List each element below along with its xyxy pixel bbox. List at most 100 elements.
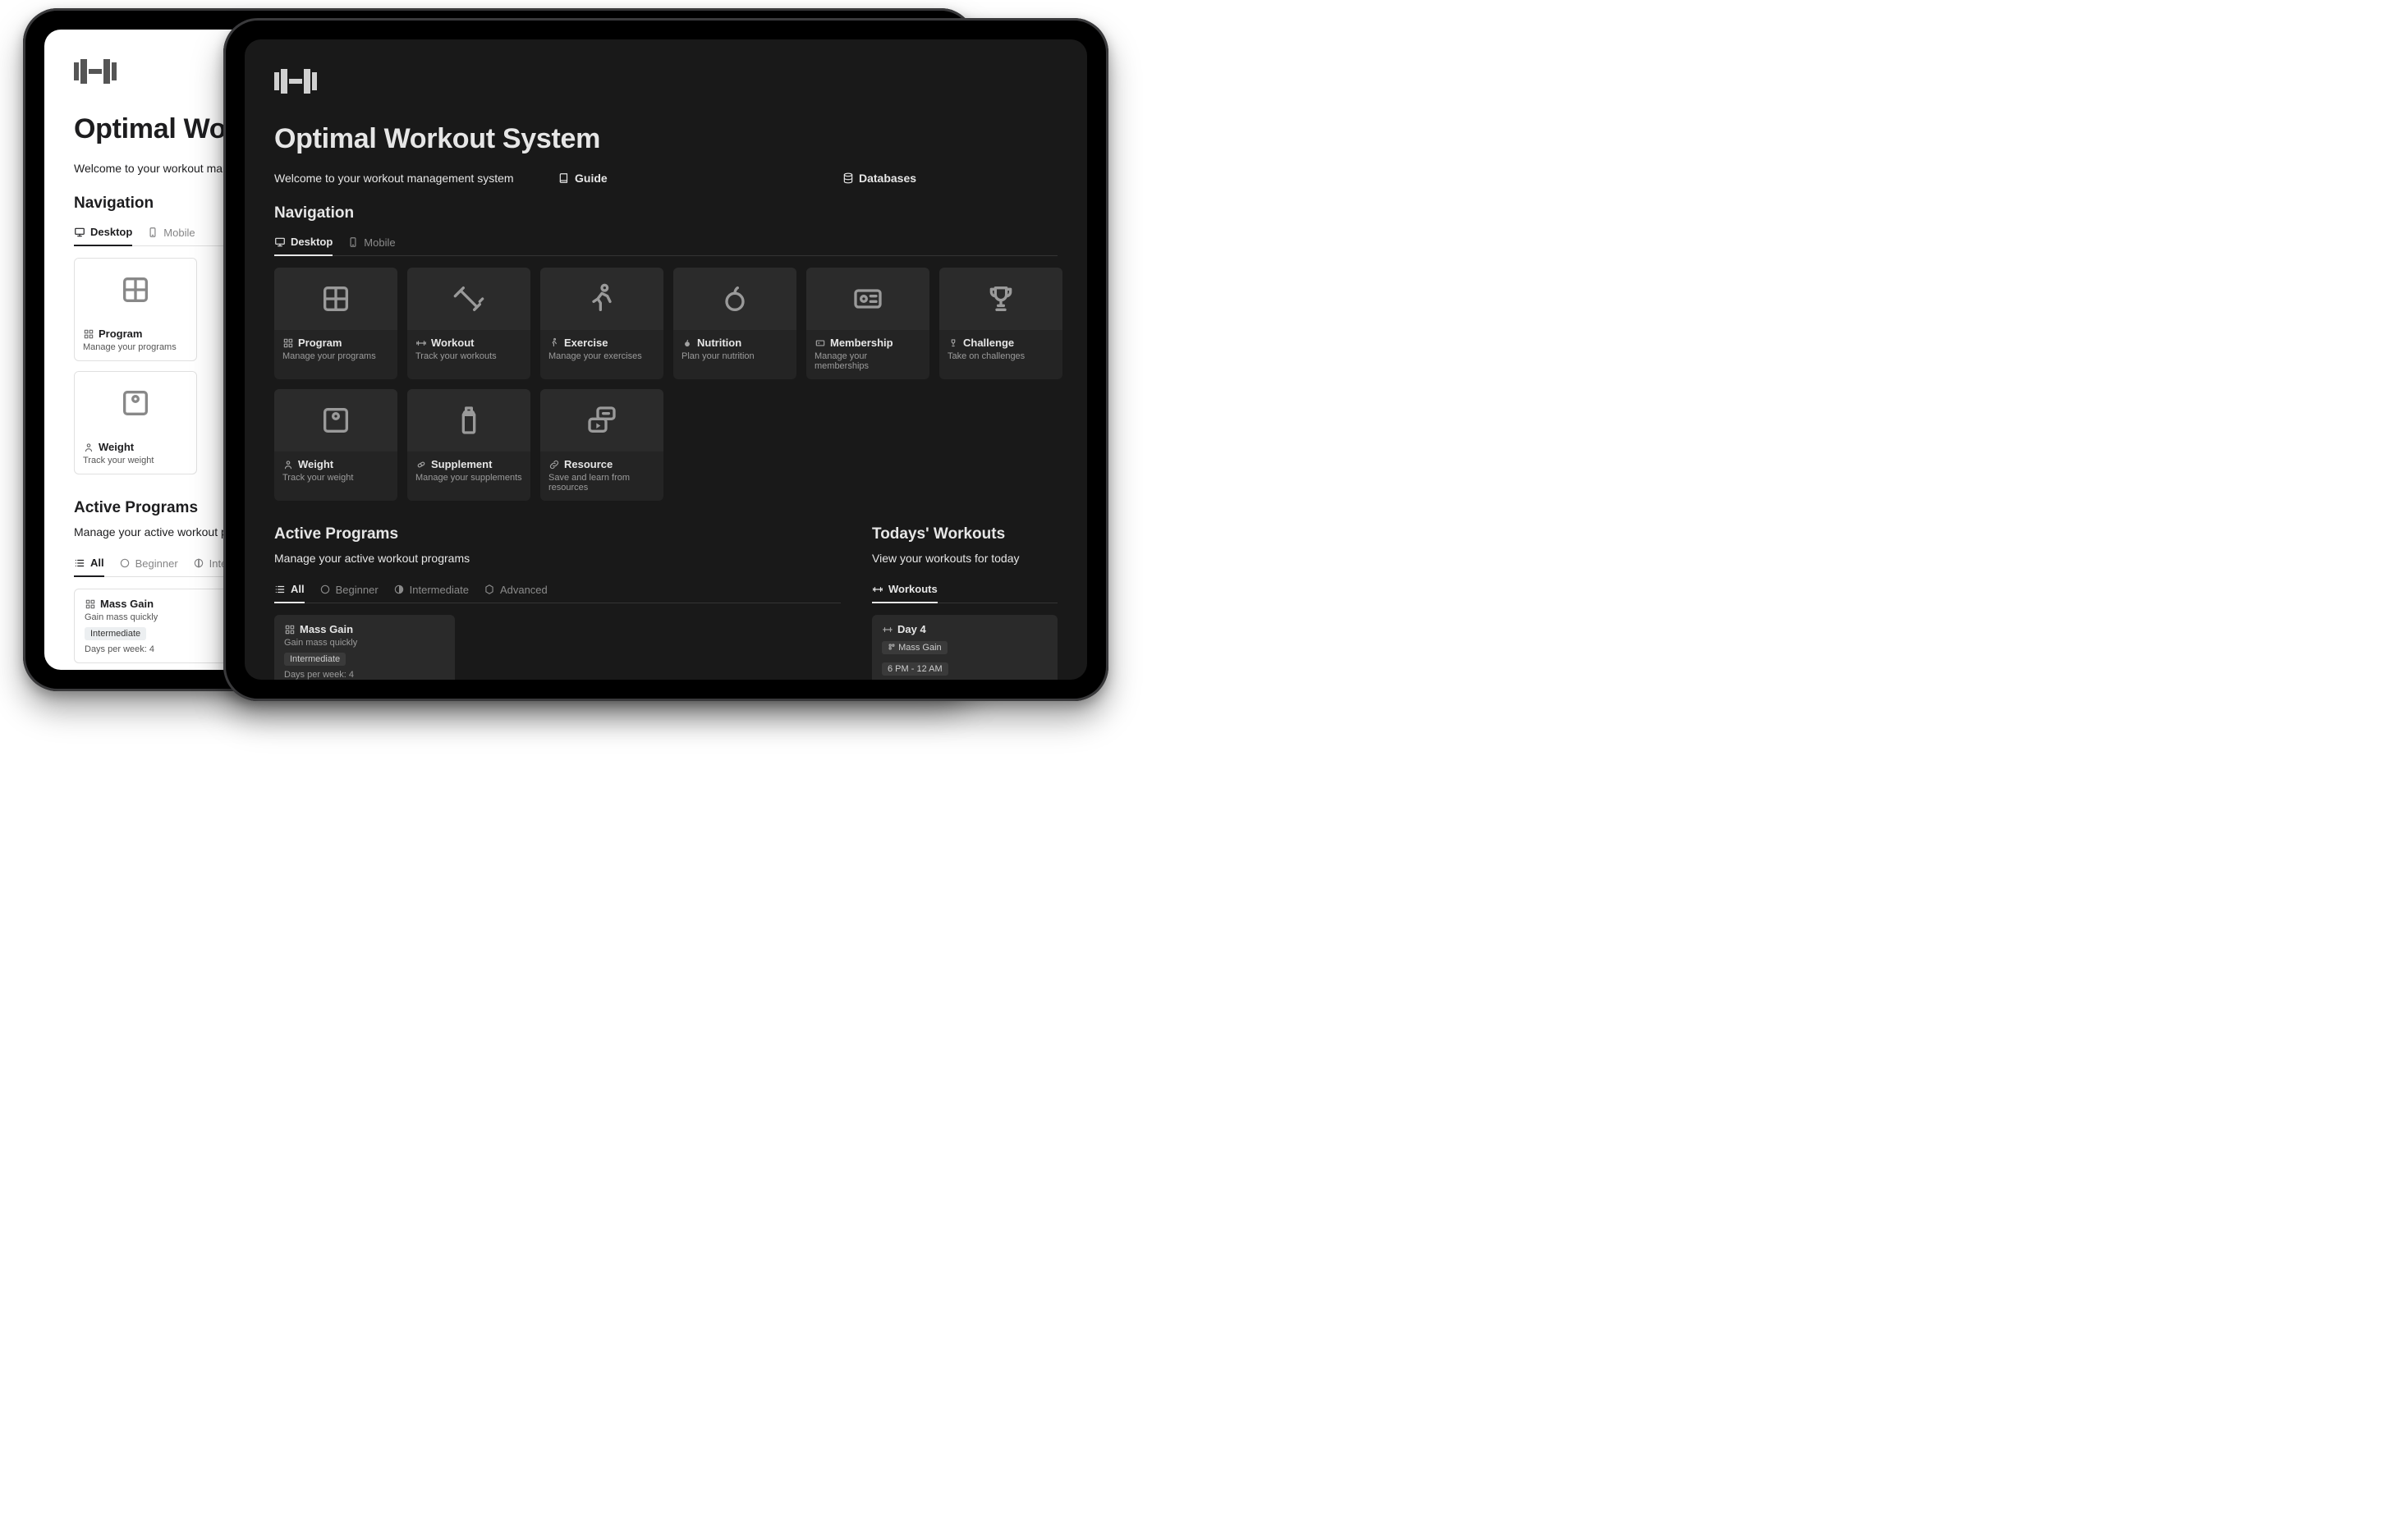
mobile-icon	[347, 236, 359, 248]
databases-link[interactable]: Databases	[842, 172, 916, 185]
nav-card-desc: Manage your exercises	[548, 351, 655, 361]
nav-tabs: Desktop Mobile	[274, 231, 1058, 256]
tab-mobile[interactable]: Mobile	[147, 221, 195, 245]
desktop-icon	[274, 236, 286, 248]
program-item[interactable]: Mass Gain Gain mass quickly Intermediate…	[274, 615, 455, 680]
filter-all[interactable]: All	[74, 552, 104, 577]
nav-card-title: Membership	[830, 337, 893, 349]
dumbbell-icon	[452, 282, 485, 315]
tab-workouts[interactable]: Workouts	[872, 578, 938, 603]
nav-card-desc: Track your weight	[282, 473, 389, 483]
pill-icon	[415, 459, 427, 470]
dumbbell-icon	[74, 57, 117, 85]
filter-all[interactable]: All	[274, 578, 305, 603]
program-icon	[85, 598, 96, 610]
programs-sub: Manage your active workout programs	[274, 552, 841, 565]
nav-card-exercise[interactable]: Exercise Manage your exercises	[540, 268, 663, 379]
nav-card-membership[interactable]: Membership Manage your memberships	[806, 268, 929, 379]
nav-card-title: Supplement	[431, 458, 492, 470]
nav-card-nutrition[interactable]: Nutrition Plan your nutrition	[673, 268, 796, 379]
welcome-text: Welcome to your workout management syste…	[274, 172, 521, 185]
half-circle-icon	[193, 557, 204, 569]
grid-icon	[319, 282, 352, 315]
nav-card-title: Nutrition	[697, 337, 741, 349]
barbell-icon	[882, 624, 893, 635]
filter-beginner[interactable]: Beginner	[119, 552, 178, 576]
nav-card-title: Program	[99, 328, 142, 340]
tab-label: Workouts	[888, 583, 938, 595]
guide-link[interactable]: Guide	[558, 172, 805, 185]
nav-card-desc: Track your workouts	[415, 351, 522, 361]
link-media-icon	[585, 404, 618, 437]
card-icon	[815, 337, 826, 349]
app-logo	[274, 67, 1058, 95]
workout-title: Day 4	[897, 623, 926, 635]
nav-card-weight[interactable]: Weight Track your weight	[274, 389, 397, 501]
filter-label: All	[291, 583, 305, 595]
workout-card[interactable]: Day 4 Mass Gain 6 PM - 12 AM	[872, 615, 1058, 680]
list-icon	[74, 557, 85, 569]
workout-program-badge: Mass Gain	[882, 641, 948, 654]
bottle-icon	[452, 404, 485, 437]
program-icon	[888, 643, 896, 651]
tab-mobile[interactable]: Mobile	[347, 231, 395, 255]
filter-label: Intermediate	[410, 584, 469, 596]
programs-heading: Active Programs	[274, 525, 841, 543]
barbell-icon	[415, 337, 427, 349]
tab-mobile-label: Mobile	[364, 236, 395, 249]
workout-time-badge: 6 PM - 12 AM	[882, 662, 948, 676]
database-icon	[842, 172, 854, 184]
program-title: Mass Gain	[100, 598, 154, 610]
tab-desktop-label: Desktop	[90, 226, 132, 238]
filter-label: All	[90, 557, 104, 569]
filter-advanced[interactable]: Advanced	[484, 578, 548, 603]
filter-label: Beginner	[135, 557, 178, 570]
tab-desktop[interactable]: Desktop	[274, 231, 333, 256]
scale-icon	[119, 387, 152, 419]
nav-card-title: Program	[298, 337, 342, 349]
program-level-badge: Intermediate	[284, 653, 346, 666]
runner-icon	[585, 282, 618, 315]
nav-card-desc: Manage your programs	[83, 342, 188, 352]
program-title: Mass Gain	[300, 623, 353, 635]
tab-desktop[interactable]: Desktop	[74, 221, 132, 246]
nav-card-program[interactable]: Program Manage your programs	[74, 258, 197, 361]
filter-intermediate[interactable]: Intermediate	[393, 578, 469, 603]
program-level-badge: Intermediate	[85, 627, 146, 640]
nav-card-title: Weight	[99, 441, 134, 453]
program-meta: Days per week: 4	[85, 644, 244, 654]
nav-card-title: Resource	[564, 458, 613, 470]
nav-card-supplement[interactable]: Supplement Manage your supplements	[407, 389, 530, 501]
nav-card-desc: Manage your supplements	[415, 473, 522, 483]
nav-card-program[interactable]: Program Manage your programs	[274, 268, 397, 379]
apple-icon	[718, 282, 751, 315]
filter-label: Beginner	[336, 584, 379, 596]
nav-heading: Navigation	[274, 204, 1058, 222]
nav-card-desc: Manage your memberships	[815, 351, 921, 371]
program-meta: Days per week: 4	[284, 670, 445, 680]
program-icon	[282, 337, 294, 349]
user-icon	[282, 459, 294, 470]
program-desc: Gain mass quickly	[284, 638, 445, 648]
nav-card-workout[interactable]: Workout Track your workouts	[407, 268, 530, 379]
tablet-dark: Optimal Workout System Welcome to your w…	[223, 18, 1108, 701]
tab-mobile-label: Mobile	[163, 227, 195, 239]
trophy-icon	[984, 282, 1017, 315]
trophy-small-icon	[948, 337, 959, 349]
mobile-icon	[147, 227, 158, 238]
tab-desktop-label: Desktop	[291, 236, 333, 248]
scale-icon	[319, 404, 352, 437]
link-icon	[548, 459, 560, 470]
nav-card-resource[interactable]: Resource Save and learn from resources	[540, 389, 663, 501]
nav-card-weight[interactable]: Weight Track your weight	[74, 371, 197, 474]
guide-label: Guide	[575, 172, 608, 185]
grid-icon	[119, 273, 152, 306]
nav-card-challenge[interactable]: Challenge Take on challenges	[939, 268, 1062, 379]
circle-icon	[119, 557, 131, 569]
nav-card-desc: Take on challenges	[948, 351, 1054, 361]
today-heading: Todays' Workouts	[872, 525, 1058, 543]
half-circle-icon	[393, 584, 405, 595]
filter-beginner[interactable]: Beginner	[319, 578, 379, 603]
program-filters: All Beginner Intermediate Advanced	[274, 578, 841, 603]
desktop-icon	[74, 227, 85, 238]
